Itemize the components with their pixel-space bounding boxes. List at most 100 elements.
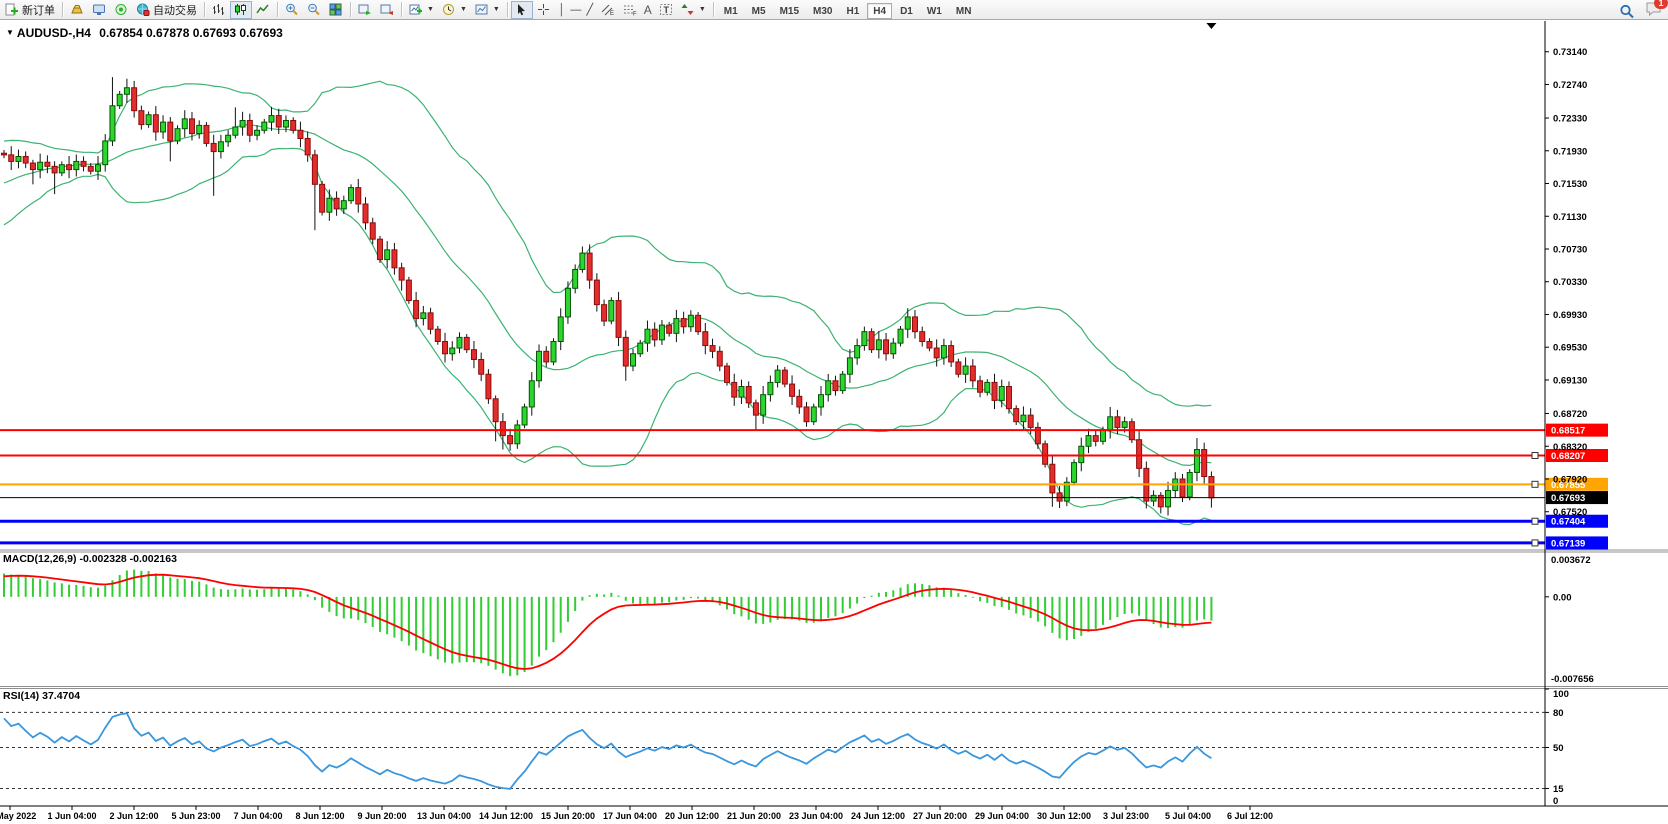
candle-body [558,317,563,342]
candle-body [790,384,795,396]
vertical-line-tool[interactable]: │ [555,4,569,16]
market-watch-button[interactable] [66,1,88,19]
periods-button[interactable]: ▼ [438,1,471,19]
candle-body [775,370,780,382]
candle-body [884,340,889,354]
timeframe-button-H4[interactable]: H4 [867,3,892,19]
price-tick-label: 0.73140 [1553,47,1587,58]
candle-body [161,122,166,132]
timeframe-button-M30[interactable]: M30 [807,3,838,19]
crosshair-tool-button[interactable] [533,1,555,19]
time-tick-label: 14 Jun 12:00 [479,811,533,821]
arrows-icon [681,3,695,16]
candle-body [457,337,462,348]
price-tick-label: 0.69530 [1553,343,1587,354]
timeframe-button-W1[interactable]: W1 [921,3,948,19]
panel-separator[interactable] [0,550,1668,551]
channel-tool-button[interactable]: E [597,1,619,19]
line-drag-handle[interactable] [1532,518,1538,524]
candle-body [761,395,766,415]
panel-separator[interactable] [0,686,1668,687]
candle-body [1100,430,1105,441]
line-drag-handle[interactable] [1532,481,1538,487]
chart-forward-button[interactable] [354,1,376,19]
candle-body [609,301,614,321]
timeframe-button-MN[interactable]: MN [950,3,978,19]
template-chart-icon [475,3,489,16]
candle-body [1115,417,1120,428]
rsi-tick-label: 50 [1553,743,1564,754]
shift-marker-icon[interactable] [1206,23,1216,29]
terminal-button[interactable] [88,1,110,19]
timeframe-button-D1[interactable]: D1 [894,3,919,19]
price-chart-canvas[interactable]: 0.685170.682070.678550.676930.674040.671… [0,20,1668,824]
text-label-tool-button[interactable]: T [655,1,677,19]
candle-body [255,130,260,135]
timeframe-button-M1[interactable]: M1 [718,3,744,19]
candle-body [59,165,64,173]
mt4-window: 新订单 自动交易 [0,0,1668,824]
candle-body [602,305,607,321]
clock-icon [442,3,456,16]
candle-body [81,161,86,166]
panel-separator[interactable] [0,552,1668,553]
candle-body [905,317,910,329]
new-order-button[interactable]: 新订单 [1,1,59,19]
line-chart-mode-button[interactable] [252,1,274,19]
tile-windows-button[interactable] [325,1,347,19]
candle-body [341,201,346,209]
line-drag-handle[interactable] [1532,453,1538,459]
price-level-badge-text: 0.67404 [1551,517,1586,528]
candle-body [38,162,43,169]
candle-body [110,106,115,141]
search-icon[interactable] [1619,4,1635,20]
trendline-tool[interactable]: ╱ [583,3,597,16]
candle-body [240,120,245,127]
zoom-out-button[interactable] [303,1,325,19]
new-chart-button[interactable]: ▼ [405,1,438,19]
candle-body [146,115,151,125]
candle-body [927,341,932,348]
candle-body [399,268,404,280]
chart-shift-button[interactable] [376,1,398,19]
panel-separator[interactable] [0,688,1668,689]
candle-body [652,329,657,340]
price-tick-label: 0.71930 [1553,146,1587,157]
candle-body [421,313,426,319]
auto-trading-button[interactable]: 自动交易 [132,1,201,19]
signal-button[interactable] [110,1,132,19]
arrows-tool-button[interactable]: ▼ [677,1,710,19]
candle-body [717,351,722,366]
candle-body [197,125,202,133]
candle-body [565,288,570,317]
candle-body [833,381,838,391]
candle-body [804,407,809,422]
zoom-in-button[interactable] [281,1,303,19]
svg-text:F: F [633,12,637,17]
price-level-badge-text: 0.67139 [1551,538,1585,549]
text-tool[interactable]: A [641,3,655,17]
templates-button[interactable]: ▼ [471,1,504,19]
timeframe-button-M15[interactable]: M15 [774,3,805,19]
line-drag-handle[interactable] [1532,540,1538,546]
bar-chart-mode-button[interactable] [208,1,230,19]
fibonacci-tool-button[interactable]: F [619,1,641,19]
timeframe-button-M5[interactable]: M5 [746,3,772,19]
timeframe-button-H1[interactable]: H1 [840,3,865,19]
horizontal-line-tool[interactable]: — [569,4,583,16]
candle-body [1079,446,1084,462]
candle-body [269,116,274,123]
candle-body [912,317,917,332]
symbol-dropdown-icon[interactable]: ▼ [6,28,14,37]
notifications-chat[interactable]: 1 [1645,1,1662,22]
candle-body [1043,444,1048,464]
price-tick-label: 0.69130 [1553,375,1587,386]
candle-body [406,280,411,300]
candle-chart-mode-button[interactable] [230,1,252,19]
candle-body [645,329,650,343]
candle-body [681,319,686,327]
tile-windows-icon [329,3,343,16]
candle-body [450,348,455,354]
cursor-tool-button[interactable] [511,1,533,19]
new-order-icon [5,3,19,16]
